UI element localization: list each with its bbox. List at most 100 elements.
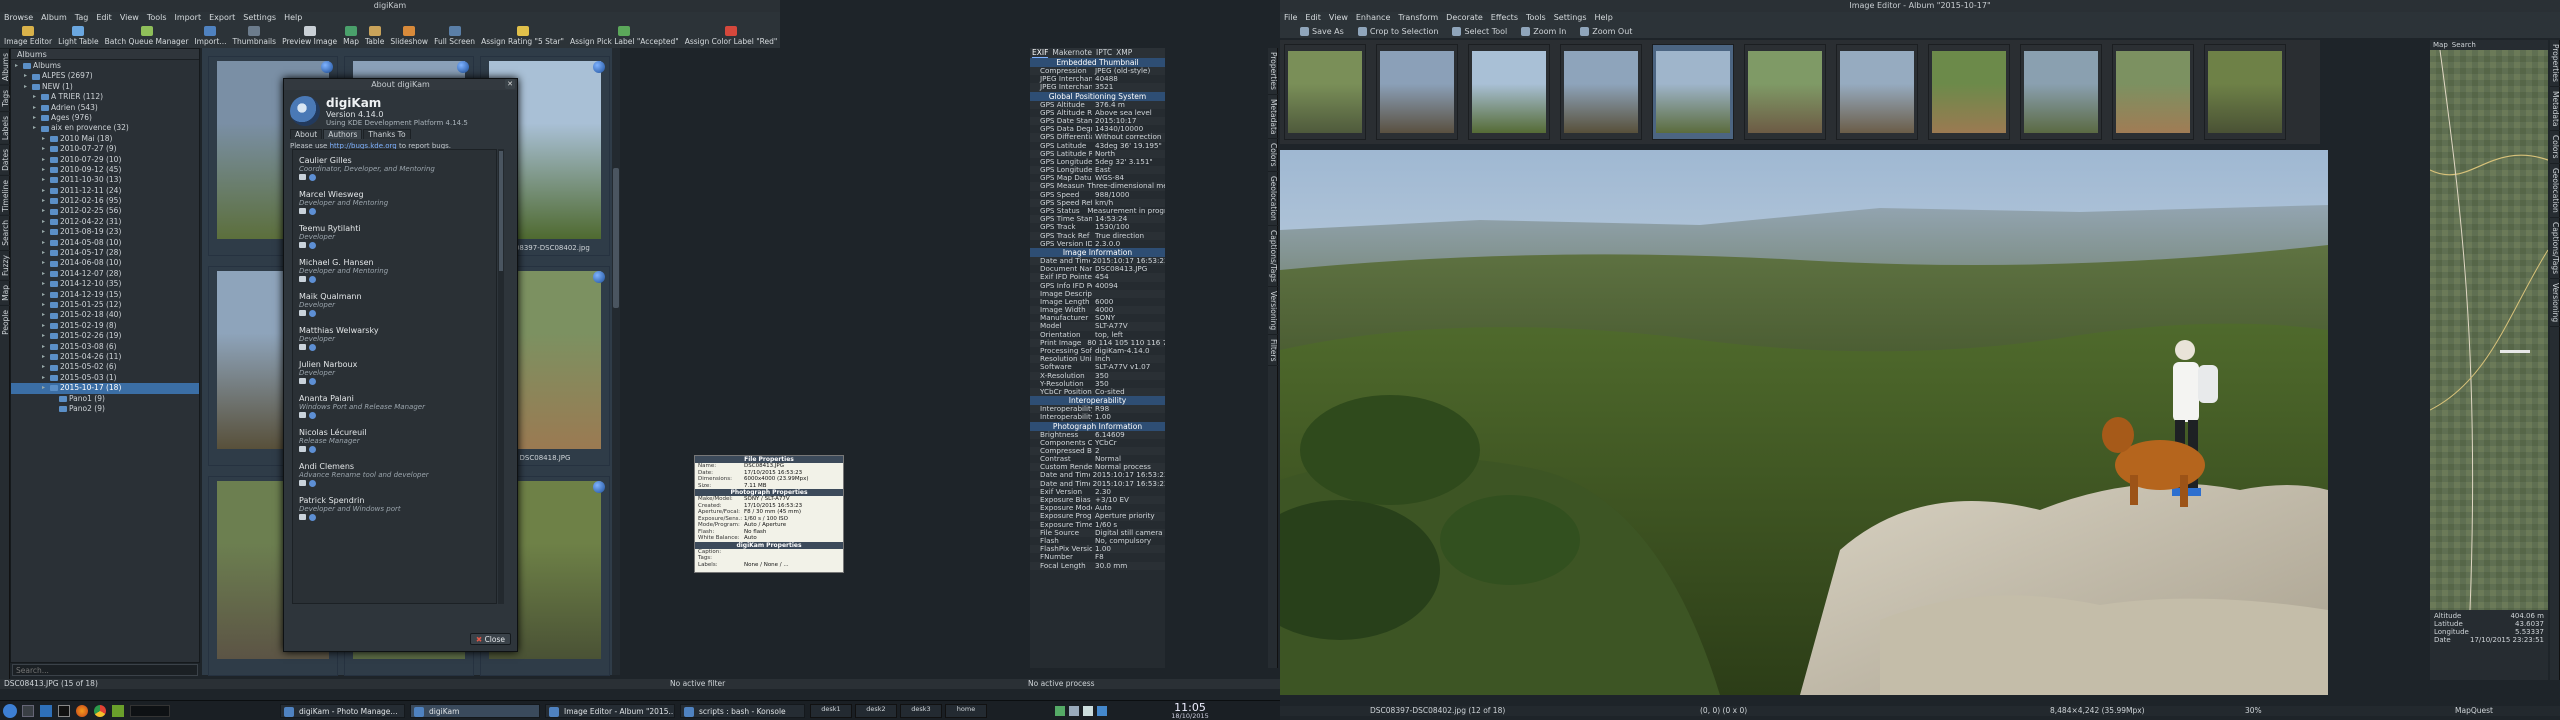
metadata-section-header[interactable]: Global Positioning System [1030,91,1165,101]
toolbar-button[interactable]: Full Screen [434,26,475,46]
email-icon[interactable] [299,174,306,180]
filmstrip-thumbnail[interactable] [1836,44,1918,140]
taskbar-task[interactable]: scripts : bash - Konsole [680,704,805,718]
toolbar-button[interactable]: Map [343,26,359,46]
menu-item[interactable]: Effects [1491,12,1518,24]
album-tree-item[interactable]: ▸ 2010-09-12 (45) [11,165,199,175]
toolbar-button[interactable]: Import... [194,26,226,46]
email-icon[interactable] [299,310,306,316]
email-icon[interactable] [299,480,306,486]
homepage-icon[interactable] [309,242,316,249]
filmstrip-thumbnail[interactable] [2020,44,2102,140]
app-launcher-icon[interactable] [112,705,124,717]
filmstrip-thumbnail[interactable] [1376,44,1458,140]
album-tree-item[interactable]: ▸ 2014-05-08 (10) [11,238,199,248]
right-sidebar-tab[interactable]: Filters [1268,335,1279,367]
menu-item[interactable]: File [1284,12,1297,24]
volume-icon[interactable] [1069,706,1079,716]
network-icon[interactable] [1055,706,1065,716]
email-icon[interactable] [299,378,306,384]
homepage-icon[interactable] [309,208,316,215]
menu-item[interactable]: Enhance [1356,12,1391,24]
album-tree-item[interactable]: ▸ 2014-12-07 (28) [11,269,199,279]
metadata-section-header[interactable]: Photograph Information [1030,421,1165,431]
desktop-switch[interactable]: desk2 [855,704,897,718]
album-tree-item[interactable]: ▸ NEW (1) [11,82,199,92]
about-close-icon[interactable]: ✕ [505,79,515,89]
taskbar-task[interactable]: digiKam [410,704,540,718]
terminal-launcher-icon[interactable] [22,705,34,717]
editor-toolbar-button[interactable]: Crop to Selection [1357,26,1438,36]
menu-item[interactable]: Export [209,12,235,24]
toolbar-button[interactable]: Table [365,26,384,46]
album-tree-item[interactable]: ▸ 2015-01-25 (12) [11,300,199,310]
menu-item[interactable]: Edit [96,12,112,24]
album-tree-item[interactable]: ▸ A TRIER (112) [11,92,199,102]
album-tree-item[interactable]: ▸ 2010 Mai (18) [11,134,199,144]
email-icon[interactable] [299,208,306,214]
email-icon[interactable] [299,344,306,350]
toolbar-button[interactable]: Preview Image [282,26,337,46]
metadata-section-header[interactable]: Image Information [1030,247,1165,257]
album-tree-item[interactable]: ▸ 2012-02-16 (95) [11,196,199,206]
homepage-icon[interactable] [309,276,316,283]
album-tree-item[interactable]: ▸ 2014-12-10 (35) [11,279,199,289]
editor-canvas[interactable] [1280,150,2328,695]
filmstrip-thumbnail[interactable] [2204,44,2286,140]
album-tree-item[interactable]: ▸ ALPES (2697) [11,71,199,81]
right-sidebar-tab[interactable]: Properties [1268,48,1279,95]
editor-toolbar-button[interactable]: Zoom In [1521,26,1566,36]
menu-item[interactable]: Import [175,12,202,24]
homepage-icon[interactable] [309,412,316,419]
album-tree-item[interactable]: ▸ Adrien (543) [11,103,199,113]
album-tree-item[interactable]: ▸ aix en provence (32) [11,123,199,133]
homepage-icon[interactable] [309,514,316,521]
toolbar-button[interactable]: Assign Pick Label "Accepted" [570,26,679,46]
kde-menu-icon[interactable] [3,704,17,718]
album-tree-item[interactable]: ▸ 2015-10-17 (18) [11,383,199,394]
menu-item[interactable]: Help [284,12,302,24]
grid-scrollbar[interactable] [612,48,620,675]
album-tree-item[interactable]: ▸ 2012-02-25 (56) [11,206,199,216]
toolbar-button[interactable]: Assign Rating "5 Star" [481,26,564,46]
right-sidebar-tab[interactable]: Captions/Tags [1268,226,1279,287]
email-icon[interactable] [299,276,306,282]
toolbar-button[interactable]: Assign Color Label "Red" [685,26,777,46]
filmstrip-thumbnail[interactable] [1744,44,1826,140]
menu-item[interactable]: Edit [1305,12,1321,24]
desktop-switch[interactable]: desk3 [900,704,942,718]
metadata-tab[interactable]: EXIF [1032,48,1049,58]
clock[interactable]: 11:05 18/10/2015 [1160,702,1220,720]
album-tree-item[interactable]: ▸ 2015-02-18 (40) [11,310,199,320]
editor-toolbar-button[interactable]: Save As [1300,26,1344,36]
battery-icon[interactable] [1083,706,1093,716]
album-tree-item[interactable]: ▸ Albums [11,61,199,71]
homepage-icon[interactable] [309,378,316,385]
about-credits-scrollbar[interactable] [498,149,504,604]
filmstrip-thumbnail[interactable] [1928,44,2010,140]
chrome-launcher-icon[interactable] [94,705,106,717]
map-tab[interactable]: Search [2452,40,2476,50]
bluetooth-icon[interactable] [1097,706,1107,716]
album-tree-item[interactable]: ▸ 2014-06-08 (10) [11,258,199,268]
toolbar-button[interactable]: Light Table [58,26,99,46]
album-tree-item[interactable]: Pano2 (9) [11,404,199,414]
editor-right-tab[interactable]: Captions/Tags [2550,218,2560,279]
grid-scrollbar-thumb[interactable] [613,168,619,308]
editor-right-tab[interactable]: Colors [2550,131,2560,164]
metadata-tab[interactable]: IPTC [1096,48,1112,58]
album-tree-item[interactable]: ▸ 2014-12-19 (15) [11,290,199,300]
taskbar-task[interactable]: digiKam - Photo Manage... [280,704,405,718]
album-tree-item[interactable]: ▸ 2011-10-30 (13) [11,175,199,185]
homepage-icon[interactable] [309,174,316,181]
metadata-section-header[interactable]: Interoperability [1030,396,1165,406]
album-tree-item[interactable]: Pano1 (9) [11,394,199,404]
filmstrip-thumbnail[interactable] [1560,44,1642,140]
toolbar-button[interactable]: Thumbnails [232,26,276,46]
toolbar-button[interactable]: Image Editor [4,26,52,46]
menu-item[interactable]: Album [41,12,67,24]
filmstrip-thumbnail[interactable] [1468,44,1550,140]
editor-right-tab[interactable]: Geolocation [2550,164,2560,218]
menu-item[interactable]: Decorate [1446,12,1483,24]
menu-item[interactable]: Tools [147,12,167,24]
